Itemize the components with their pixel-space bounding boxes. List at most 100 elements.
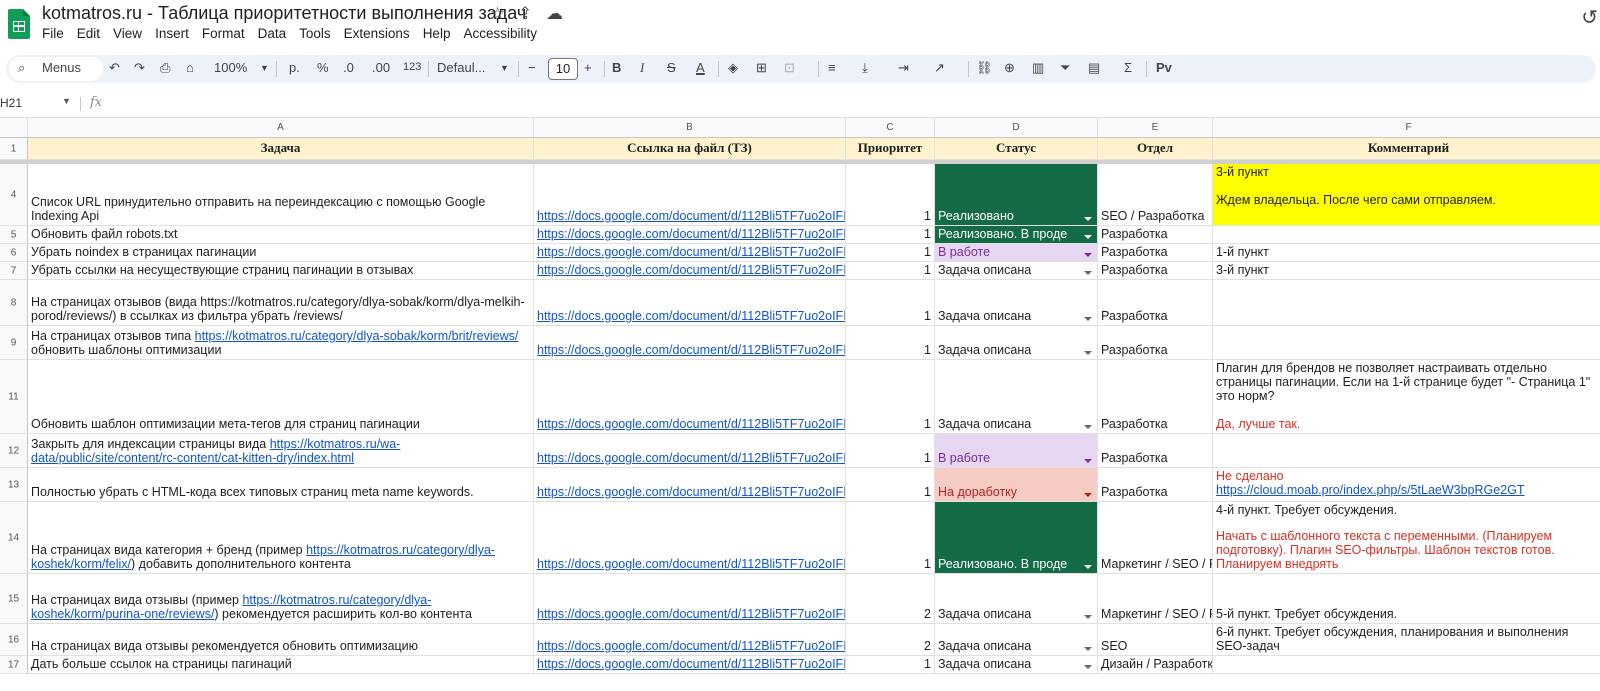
priority-cell[interactable]: 2 <box>846 574 935 624</box>
insert-link-icon[interactable]: ⛓ <box>976 60 993 76</box>
input-tools-icon[interactable]: Pv <box>1156 60 1172 75</box>
status-dropdown[interactable]: Реализовано. В проде <box>935 502 1098 574</box>
fill-color-icon[interactable]: ◈ <box>728 60 738 76</box>
filter-icon[interactable]: ⏷ <box>1060 60 1070 76</box>
row-header-16[interactable]: 16 <box>0 624 28 656</box>
print-icon[interactable]: ⎙ <box>160 60 170 76</box>
column-header-c[interactable]: C <box>846 118 935 138</box>
department-cell[interactable]: Разработка <box>1098 280 1213 326</box>
status-dropdown[interactable]: Задача описана <box>935 280 1098 326</box>
strikethrough-button[interactable]: S <box>667 60 676 75</box>
text-color-button[interactable]: A <box>696 60 705 75</box>
status-dropdown[interactable]: Задача описана <box>935 360 1098 434</box>
status-dropdown[interactable]: Задача описана <box>935 262 1098 280</box>
priority-cell[interactable]: 1 <box>846 262 935 280</box>
spec-link-cell[interactable]: https://docs.google.com/document/d/112Bl… <box>534 434 846 468</box>
zoom-chevron-down-icon[interactable]: ▼ <box>260 63 269 73</box>
chevron-down-icon[interactable] <box>1084 317 1092 321</box>
row-header-17[interactable]: 17 <box>0 656 28 674</box>
insert-chart-icon[interactable]: ▥ <box>1032 60 1044 76</box>
spec-link[interactable]: https://docs.google.com/document/d/112Bl… <box>537 451 845 465</box>
menu-item-extensions[interactable]: Extensions <box>344 26 410 41</box>
priority-cell[interactable]: 1 <box>846 468 935 502</box>
spec-link-cell[interactable]: https://docs.google.com/document/d/112Bl… <box>534 656 846 674</box>
comment-cell[interactable]: 3-й пункт Ждем владельца. После чего сами… <box>1213 164 1600 226</box>
header-cell-c[interactable]: Приоритет <box>846 138 935 160</box>
comment-cell[interactable] <box>1213 226 1600 244</box>
spec-link[interactable]: https://docs.google.com/document/d/112Bl… <box>537 639 845 653</box>
row-header-15[interactable]: 15 <box>0 574 28 624</box>
menu-item-insert[interactable]: Insert <box>155 26 189 41</box>
row-header-8[interactable]: 8 <box>0 280 28 326</box>
task-cell[interactable]: Закрыть для индексации страницы вида htt… <box>28 434 534 468</box>
comment-cell[interactable]: 4-й пункт. Требует обсуждения. Начать с ш… <box>1213 502 1600 574</box>
spec-link-cell[interactable]: https://docs.google.com/document/d/112Bl… <box>534 280 846 326</box>
sheets-logo-icon[interactable] <box>8 9 30 39</box>
comment-cell[interactable]: Не сделано https://cloud.moab.pro/index.p… <box>1213 468 1600 502</box>
decrease-decimal-button[interactable]: .0 <box>343 60 354 75</box>
comment-cell[interactable] <box>1213 326 1600 360</box>
spec-link-cell[interactable]: https://docs.google.com/document/d/112Bl… <box>534 468 846 502</box>
increase-font-size-button[interactable]: + <box>584 60 592 75</box>
chevron-down-icon[interactable] <box>1084 253 1092 257</box>
row-header-7[interactable]: 7 <box>0 262 28 280</box>
header-cell-a[interactable]: Задача <box>28 138 534 160</box>
version-history-icon[interactable]: ↺ <box>1581 5 1598 30</box>
task-link[interactable]: https://kotmatros.ru/wa-data/public/site… <box>31 437 400 465</box>
spec-link[interactable]: https://docs.google.com/document/d/112Bl… <box>537 309 845 323</box>
row-header-1[interactable]: 1 <box>0 138 28 160</box>
status-dropdown[interactable]: В работе <box>935 244 1098 262</box>
comment-cell[interactable]: Плагин для брендов не позволяет настраив… <box>1213 360 1600 434</box>
column-header-e[interactable]: E <box>1098 118 1213 138</box>
row-header-5[interactable]: 5 <box>0 226 28 244</box>
menu-item-view[interactable]: View <box>113 26 142 41</box>
spec-link[interactable]: https://docs.google.com/document/d/112Bl… <box>537 417 845 431</box>
paint-format-icon[interactable]: ⌂ <box>186 60 194 75</box>
redo-icon[interactable]: ↷ <box>134 60 145 76</box>
department-cell[interactable]: Разработка <box>1098 434 1213 468</box>
column-header-d[interactable]: D <box>935 118 1098 138</box>
functions-icon[interactable]: Σ <box>1124 60 1132 75</box>
department-cell[interactable]: SEO <box>1098 624 1213 656</box>
task-cell[interactable]: Убрать ссылки на несуществующие страниц … <box>28 262 534 280</box>
menu-item-tools[interactable]: Tools <box>299 26 331 41</box>
comment-cell[interactable] <box>1213 656 1600 674</box>
number-format-button[interactable]: 123 <box>403 61 421 73</box>
increase-decimal-button[interactable]: .00 <box>372 60 390 75</box>
currency-format-button[interactable]: р. <box>289 60 300 75</box>
department-cell[interactable]: Маркетинг / SEO / Разработка <box>1098 502 1213 574</box>
move-icon[interactable]: ⇪ <box>518 4 532 24</box>
status-dropdown[interactable]: Задача описана <box>935 574 1098 624</box>
priority-cell[interactable]: 1 <box>846 656 935 674</box>
spec-link-cell[interactable]: https://docs.google.com/document/d/112Bl… <box>534 574 846 624</box>
chevron-down-icon[interactable] <box>1084 665 1092 669</box>
comment-cell[interactable]: 3-й пункт <box>1213 262 1600 280</box>
status-dropdown[interactable]: Реализовано. В проде <box>935 226 1098 244</box>
priority-cell[interactable]: 2 <box>846 624 935 656</box>
filter-views-icon[interactable]: ▤ <box>1088 60 1100 76</box>
spec-link-cell[interactable]: https://docs.google.com/document/d/112Bl… <box>534 244 846 262</box>
spreadsheet-grid[interactable]: A B C D E F 1 Задача Ссылка на файл (ТЗ) Приорите… <box>0 118 1600 691</box>
header-cell-d[interactable]: Статус <box>935 138 1098 160</box>
chevron-down-icon[interactable] <box>1084 217 1092 221</box>
zoom-select[interactable]: 100% <box>214 60 247 75</box>
task-cell[interactable]: На страницах отзывов типа https://kotmat… <box>28 326 534 360</box>
priority-cell[interactable]: 1 <box>846 434 935 468</box>
column-header-f[interactable]: F <box>1213 118 1600 138</box>
spec-link-cell[interactable]: https://docs.google.com/document/d/112Bl… <box>534 624 846 656</box>
horizontal-align-icon[interactable]: ≡ <box>828 60 836 75</box>
task-cell[interactable]: На страницах вида категория + бренд (при… <box>28 502 534 574</box>
document-title[interactable]: kotmatros.ru - Таблица приоритетности вы… <box>42 3 526 24</box>
spec-link[interactable]: https://docs.google.com/document/d/112Bl… <box>537 343 845 357</box>
text-wrapping-icon[interactable]: ⇥ <box>898 60 909 76</box>
row-header-9[interactable]: 9 <box>0 326 28 360</box>
insert-comment-icon[interactable]: ⊕ <box>1004 60 1015 76</box>
menu-item-data[interactable]: Data <box>258 26 287 41</box>
task-cell[interactable]: На страницах отзывов (вида https://kotma… <box>28 280 534 326</box>
spec-link-cell[interactable]: https://docs.google.com/document/d/112Bl… <box>534 326 846 360</box>
task-cell[interactable]: Обновить шаблон оптимизации мета-тегов д… <box>28 360 534 434</box>
task-cell[interactable]: Список URL принудительно отправить на пе… <box>28 164 534 226</box>
task-cell[interactable]: Полностью убрать с HTML-кода всех типовы… <box>28 468 534 502</box>
task-link[interactable]: https://kotmatros.ru/category/dlya-koshe… <box>31 543 495 571</box>
priority-cell[interactable]: 1 <box>846 326 935 360</box>
